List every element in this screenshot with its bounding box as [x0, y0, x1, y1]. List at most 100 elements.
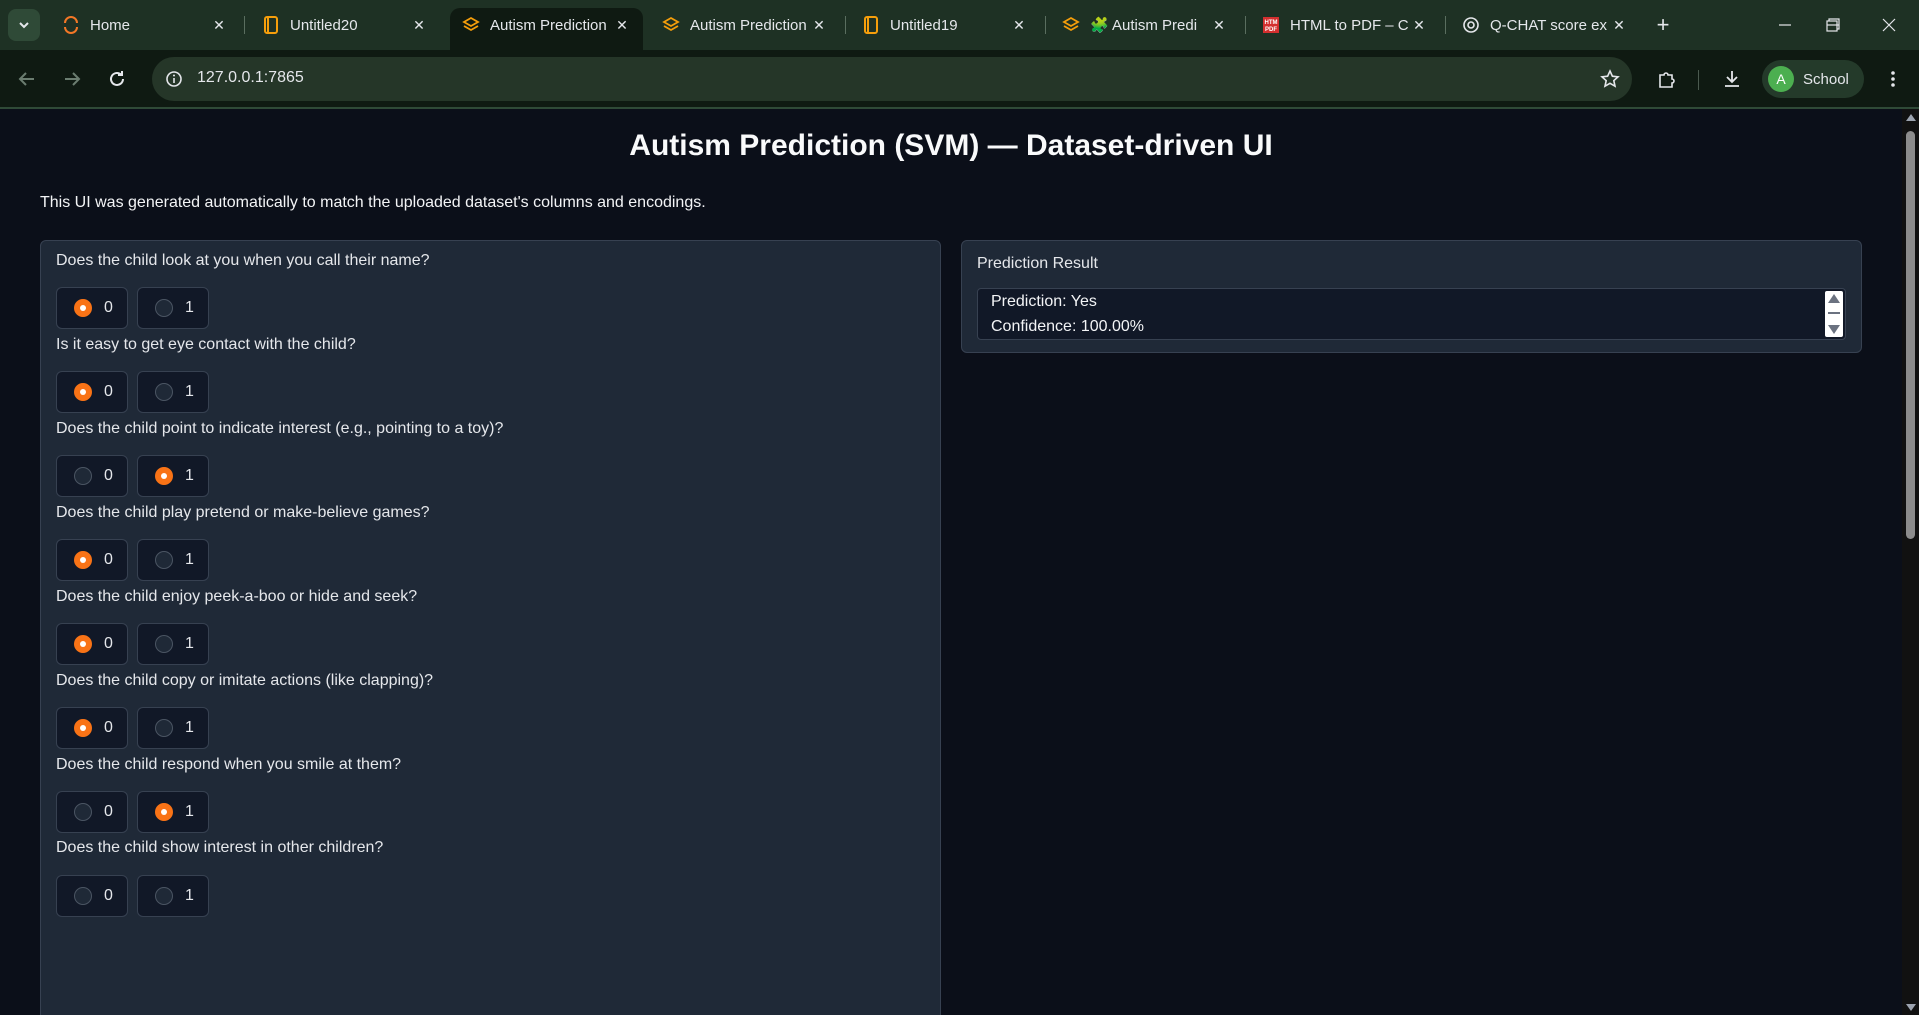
close-icon[interactable]: ✕ — [1010, 16, 1028, 34]
extensions-button[interactable] — [1652, 64, 1682, 94]
radio-option-q6-1[interactable]: 1 — [137, 707, 209, 749]
svg-text:PDF: PDF — [1265, 27, 1277, 33]
downloads-button[interactable] — [1717, 64, 1747, 94]
radio-button-icon[interactable] — [155, 383, 173, 401]
radio-option-q6-0[interactable]: 0 — [56, 707, 128, 749]
tab-divider — [1245, 16, 1246, 34]
toolbar-divider — [1698, 70, 1699, 90]
tab-autism-prediction[interactable]: Autism Prediction ✕ — [650, 8, 840, 42]
scroll-up-arrow-icon[interactable] — [1906, 114, 1916, 121]
close-icon[interactable]: ✕ — [810, 16, 828, 34]
radio-option-q1-0[interactable]: 0 — [56, 287, 128, 329]
bookmark-star-icon[interactable] — [1598, 67, 1622, 91]
pdf-icon: HTM PDF — [1262, 16, 1280, 34]
radio-button-icon[interactable] — [74, 551, 92, 569]
restore-button[interactable] — [1818, 10, 1848, 40]
textbox-scrollbar[interactable] — [1825, 291, 1843, 337]
radio-option-q1-1[interactable]: 1 — [137, 287, 209, 329]
tab-title: HTML to PDF – C — [1290, 16, 1409, 34]
tab-home[interactable]: Home ✕ — [50, 8, 240, 42]
close-icon[interactable]: ✕ — [410, 16, 428, 34]
back-button[interactable] — [12, 64, 42, 94]
radio-button-icon[interactable] — [74, 467, 92, 485]
minimize-icon — [1779, 24, 1791, 26]
radio-option-q4-0[interactable]: 0 — [56, 539, 128, 581]
close-icon[interactable]: ✕ — [1410, 16, 1428, 34]
tab-title: Autism Prediction — [490, 16, 607, 34]
close-window-button[interactable] — [1874, 10, 1904, 40]
radio-label: 1 — [185, 719, 194, 736]
tab-autism-predi[interactable]: 🧩 Autism Predi ✕ — [1050, 8, 1240, 42]
gradio-icon — [1062, 16, 1080, 34]
download-icon — [1725, 71, 1739, 87]
radio-button-icon[interactable] — [74, 803, 92, 821]
radio-label: 0 — [104, 299, 113, 316]
radio-label: 1 — [185, 383, 194, 400]
result-label: Prediction Result — [977, 255, 1098, 272]
scroll-up-arrow-icon[interactable] — [1828, 294, 1840, 303]
radio-option-q8-1[interactable]: 1 — [137, 875, 209, 917]
tab-untitled19[interactable]: Untitled19 ✕ — [850, 8, 1040, 42]
radio-option-q7-0[interactable]: 0 — [56, 791, 128, 833]
radio-button-icon[interactable] — [74, 299, 92, 317]
tab-qchat-score[interactable]: Q-CHAT score ex ✕ — [1450, 8, 1640, 42]
profile-button[interactable]: A School — [1762, 60, 1864, 98]
page-viewport: Autism Prediction (SVM) — Dataset-driven… — [0, 109, 1902, 1015]
radio-button-icon[interactable] — [74, 635, 92, 653]
tab-title: 🧩 Autism Predi — [1090, 17, 1198, 34]
radio-button-icon[interactable] — [74, 887, 92, 905]
radio-option-q5-1[interactable]: 1 — [137, 623, 209, 665]
tab-html-to-pdf[interactable]: HTM PDF HTML to PDF – C ✕ — [1250, 8, 1440, 42]
url-text[interactable]: 127.0.0.1:7865 — [197, 69, 304, 87]
site-info-icon[interactable] — [162, 67, 186, 91]
radio-option-q3-1[interactable]: 1 — [137, 455, 209, 497]
new-tab-button[interactable]: + — [1648, 10, 1678, 40]
browser-toolbar: 127.0.0.1:7865 A School — [0, 50, 1919, 108]
radio-option-q4-1[interactable]: 1 — [137, 539, 209, 581]
forward-button[interactable] — [57, 64, 87, 94]
radio-button-icon[interactable] — [74, 719, 92, 737]
arrow-right-icon — [65, 72, 81, 86]
tab-divider — [244, 16, 245, 34]
close-icon[interactable]: ✕ — [210, 16, 228, 34]
close-icon[interactable]: ✕ — [613, 16, 631, 34]
tab-search-button[interactable] — [8, 9, 40, 41]
scroll-thumb[interactable] — [1828, 312, 1840, 314]
radio-label: 1 — [185, 467, 194, 484]
minimize-button[interactable] — [1770, 10, 1800, 40]
tab-autism-prediction-active[interactable]: Autism Prediction ✕ — [450, 8, 643, 50]
page-scrollbar[interactable] — [1902, 109, 1919, 1015]
question-label: Does the child respond when you smile at… — [56, 756, 402, 773]
radio-option-q3-0[interactable]: 0 — [56, 455, 128, 497]
close-icon[interactable]: ✕ — [1210, 16, 1228, 34]
question-label: Is it easy to get eye contact with the c… — [56, 336, 356, 353]
scroll-down-arrow-icon[interactable] — [1906, 1004, 1916, 1011]
radio-label: 0 — [104, 719, 113, 736]
browser-menu-button[interactable] — [1878, 64, 1908, 94]
radio-button-icon[interactable] — [155, 803, 173, 821]
radio-option-q5-0[interactable]: 0 — [56, 623, 128, 665]
radio-option-q2-0[interactable]: 0 — [56, 371, 128, 413]
scroll-down-arrow-icon[interactable] — [1828, 325, 1840, 334]
tab-divider — [845, 16, 846, 34]
radio-label: 0 — [104, 467, 113, 484]
address-bar[interactable]: 127.0.0.1:7865 — [152, 57, 1632, 101]
tab-untitled20[interactable]: Untitled20 ✕ — [250, 8, 440, 42]
radio-button-icon[interactable] — [155, 887, 173, 905]
svg-text:HTM: HTM — [1265, 20, 1278, 26]
radio-button-icon[interactable] — [74, 383, 92, 401]
page-title: Autism Prediction (SVM) — Dataset-driven… — [629, 129, 1273, 162]
radio-option-q8-0[interactable]: 0 — [56, 875, 128, 917]
radio-button-icon[interactable] — [155, 467, 173, 485]
result-textbox[interactable]: Prediction: Yes Confidence: 100.00% — [977, 288, 1846, 340]
radio-option-q2-1[interactable]: 1 — [137, 371, 209, 413]
radio-button-icon[interactable] — [155, 635, 173, 653]
radio-button-icon[interactable] — [155, 551, 173, 569]
close-icon[interactable]: ✕ — [1610, 16, 1628, 34]
restore-icon — [1826, 18, 1840, 32]
radio-button-icon[interactable] — [155, 299, 173, 317]
radio-button-icon[interactable] — [155, 719, 173, 737]
scroll-thumb[interactable] — [1906, 131, 1915, 539]
reload-button[interactable] — [102, 64, 132, 94]
radio-option-q7-1[interactable]: 1 — [137, 791, 209, 833]
